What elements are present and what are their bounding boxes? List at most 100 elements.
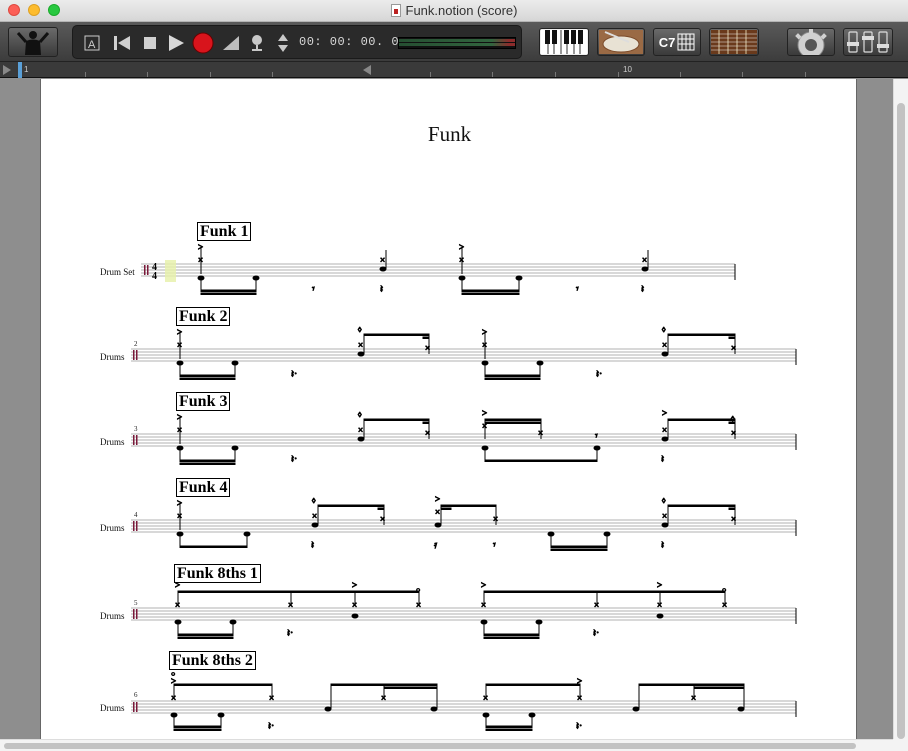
svg-text:>: > (481, 580, 486, 590)
timeline-ruler[interactable]: 1 10 (0, 62, 908, 78)
svg-text:×: × (380, 514, 385, 524)
ruler-tick (272, 72, 273, 77)
svg-text:𝄿: 𝄿 (434, 540, 437, 551)
time-readout: 00: 00: 00. 00 (299, 35, 407, 49)
score-view[interactable]: Funk Funk 1 Drum Set 4 4 >× 𝄾 (0, 79, 893, 739)
text-a-button[interactable]: A (81, 32, 103, 54)
vertical-scrollbar[interactable] (893, 79, 908, 739)
record-icon (192, 32, 214, 54)
drum-pad-icon (599, 30, 643, 54)
svg-text:>: > (482, 408, 487, 418)
svg-text:×: × (662, 340, 667, 350)
time-signature-bottom: 4 (152, 271, 157, 282)
svg-text:𝄽: 𝄽 (311, 540, 314, 551)
svg-text:>: > (352, 580, 357, 590)
score-title: Funk (427, 122, 472, 146)
svg-text:◊: ◊ (312, 497, 316, 505)
svg-text:×: × (731, 343, 736, 353)
guitar-fretboard-button[interactable] (709, 28, 759, 56)
staff-system[interactable]: Funk 4 Drums 4 >× ◊× × 𝄽 >× (41, 478, 858, 558)
chord-grid-button[interactable]: C7 (653, 28, 701, 56)
playhead[interactable] (18, 62, 22, 78)
mixer-button[interactable] (843, 28, 893, 56)
ruler-left-arrow-icon[interactable] (3, 65, 11, 75)
staff-notation[interactable]: >× ◊× × 𝄽 >× × 𝄿 𝄾 ◊× × (41, 478, 858, 568)
svg-text:◊: ◊ (358, 411, 362, 419)
svg-text:𝄾: 𝄾 (595, 431, 598, 442)
svg-text:×: × (731, 428, 736, 438)
stop-button[interactable] (139, 32, 161, 54)
horizontal-scroll-thumb[interactable] (4, 743, 856, 749)
ruler-loop-marker-icon[interactable] (363, 65, 371, 75)
ruler-tick (742, 72, 743, 77)
staff-system[interactable]: Funk 8ths 1 Drums 5 >×× >×○× 𝄽· (41, 564, 858, 644)
settings-button[interactable] (787, 28, 835, 56)
conductor-button[interactable] (8, 27, 58, 57)
conductor-icon (16, 31, 50, 55)
svg-text:×: × (425, 343, 430, 353)
up-down-arrows-icon (278, 34, 288, 52)
svg-text:◊: ◊ (662, 497, 666, 505)
ruler-tick (85, 72, 86, 77)
staff-system[interactable]: Funk 1 Drum Set 4 4 >× 𝄾 × 𝄽 (41, 222, 858, 302)
staff-system[interactable]: Funk 2 Drums 2 >× 𝄽· ◊× × >× (41, 307, 858, 387)
main-toolbar: A 00: 00: 00. 00 C7 (0, 22, 908, 62)
tempo-stepper[interactable] (272, 32, 294, 54)
chord-label: C7 (658, 34, 676, 50)
ruler-tick (618, 72, 619, 77)
svg-text:×: × (358, 425, 363, 435)
svg-text:𝄽·: 𝄽· (596, 369, 602, 380)
score-page[interactable]: Funk Funk 1 Drum Set 4 4 >× 𝄾 (40, 79, 857, 739)
staff-notation[interactable]: 4 4 >× 𝄾 × 𝄽 >× 𝄾 × 𝄽 (41, 222, 858, 312)
ruler-marker-label: 10 (623, 65, 632, 74)
volume-ramp-button[interactable] (220, 32, 242, 54)
document-icon (390, 4, 401, 17)
window-titlebar: Funk.notion (score) (0, 0, 908, 22)
svg-text:𝄽·: 𝄽· (291, 369, 297, 380)
maximize-window-button[interactable] (48, 4, 60, 16)
level-meter (398, 37, 516, 49)
close-window-button[interactable] (8, 4, 20, 16)
horizontal-scrollbar[interactable] (0, 739, 893, 751)
staff-system[interactable]: Funk 3 Drums 3 >× 𝄽· ◊× × >× (41, 392, 858, 472)
svg-text:A: A (88, 39, 96, 51)
record-button[interactable] (192, 32, 214, 54)
transport-bar: A 00: 00: 00. 00 (72, 25, 522, 59)
svg-text:×: × (642, 255, 647, 265)
rewind-button[interactable] (111, 32, 133, 54)
svg-text:×: × (731, 514, 736, 524)
staff-notation[interactable]: ○> ×× 𝄽· × ×>× 𝄽· × (41, 651, 858, 739)
mixer-icon (847, 31, 889, 53)
minimize-window-button[interactable] (28, 4, 40, 16)
svg-text:◊: ◊ (662, 326, 666, 334)
svg-text:×: × (662, 425, 667, 435)
vertical-scroll-thumb[interactable] (897, 103, 905, 739)
svg-text:×: × (358, 340, 363, 350)
svg-text:>: > (435, 494, 440, 504)
gear-icon (795, 29, 827, 55)
svg-text:𝄽: 𝄽 (661, 454, 664, 465)
staff-system[interactable]: Funk 8ths 2 Drums 6 ○> ×× 𝄽· × (41, 651, 858, 733)
staff-notation[interactable]: >×× >×○× 𝄽· >×× >×○× 𝄽· (41, 564, 858, 654)
ruler-tick (555, 72, 556, 77)
keyboard-button[interactable] (539, 28, 589, 56)
play-icon (169, 35, 184, 51)
svg-text:◊: ◊ (731, 415, 735, 423)
ruler-tick (805, 72, 806, 77)
mic-button[interactable] (246, 32, 268, 54)
window-controls (8, 4, 60, 16)
svg-text:𝄽: 𝄽 (380, 284, 383, 295)
ruler-tick (430, 72, 431, 77)
svg-text:𝄽·: 𝄽· (576, 721, 582, 732)
svg-text:×: × (662, 511, 667, 521)
staff-notation[interactable]: >× 𝄽· ◊× × >× × 𝄾 𝄽 >× ×◊ (41, 392, 858, 482)
svg-text:>: > (175, 580, 180, 590)
stop-icon (144, 37, 156, 49)
svg-text:𝄽: 𝄽 (661, 540, 664, 551)
window-title-group: Funk.notion (score) (390, 3, 518, 18)
staff-notation[interactable]: >× 𝄽· ◊× × >× 𝄽· ◊× × (41, 307, 858, 397)
play-button[interactable] (165, 32, 187, 54)
drum-pad-button[interactable] (597, 28, 645, 56)
svg-text:×: × (425, 428, 430, 438)
keyboard-icon (541, 30, 587, 54)
